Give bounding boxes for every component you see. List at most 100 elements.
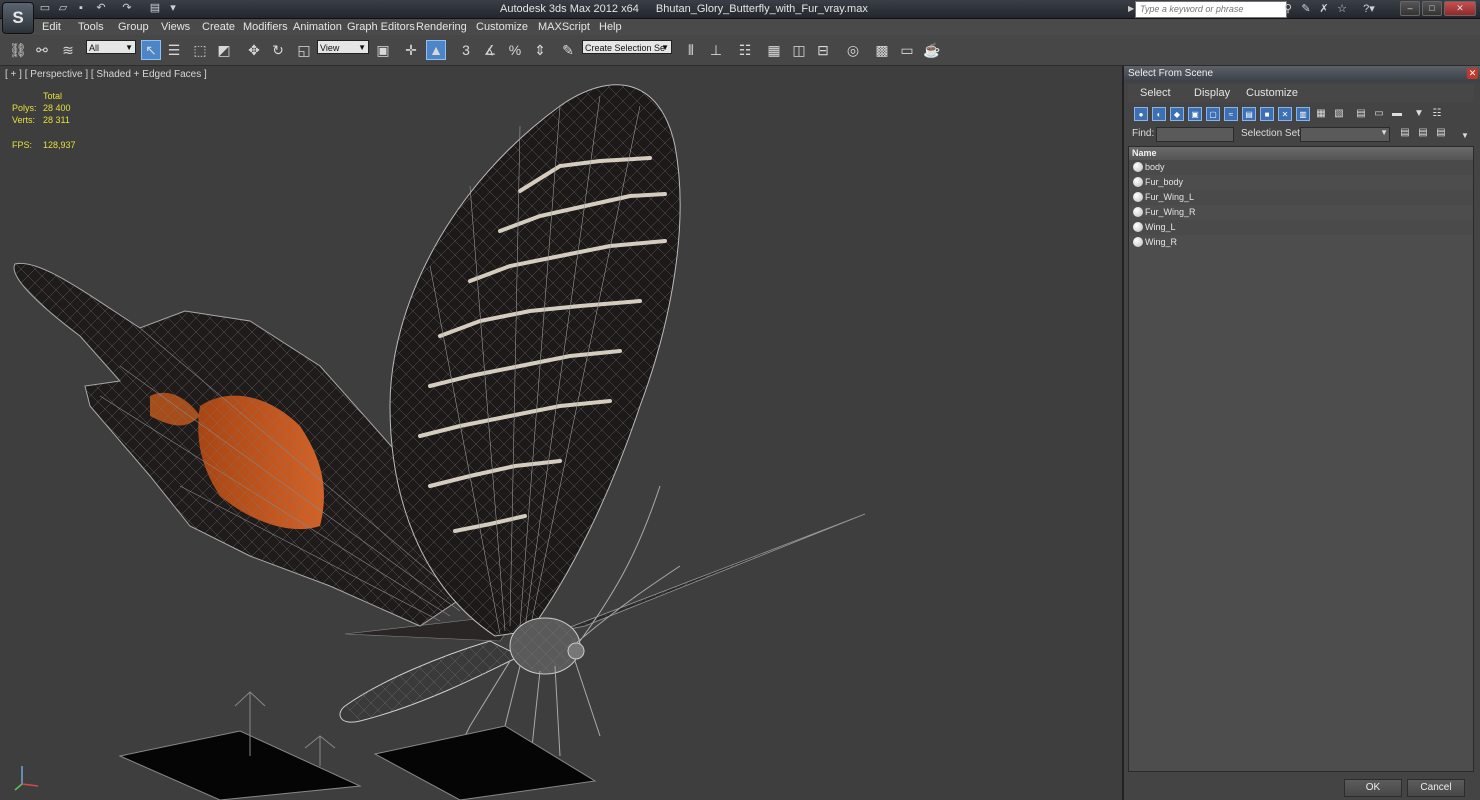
subscription-icon[interactable]: ✗ (1316, 2, 1332, 16)
select-and-manipulate-icon[interactable]: ✛ (401, 40, 421, 60)
infocenter-search[interactable] (1135, 1, 1287, 18)
menu-maxscript[interactable]: MAXScript (538, 21, 590, 33)
curve-editor-icon[interactable]: ◫ (789, 40, 809, 60)
ok-button[interactable]: OK (1344, 779, 1402, 797)
select-none-icon[interactable]: ▭ (1372, 107, 1386, 121)
menu-customize[interactable]: Customize (476, 21, 528, 33)
edit-named-selection-icon[interactable]: ✎ (558, 40, 578, 60)
scale-icon[interactable]: ◱ (294, 40, 314, 60)
undo-icon[interactable]: ↶ (94, 2, 108, 15)
list-item[interactable]: Wing_R (1129, 235, 1473, 250)
schematic-view-icon[interactable]: ⊟ (813, 40, 833, 60)
pivot-center-icon[interactable]: ▣ (373, 40, 393, 60)
create-selection-set-icon[interactable]: ▤ (1398, 126, 1412, 140)
column-header-name[interactable]: Name (1129, 147, 1473, 160)
options-dropdown-icon[interactable]: ▼ (1458, 129, 1472, 143)
link-icon[interactable]: ⛓ (8, 40, 28, 60)
select-all-icon[interactable]: ▤ (1354, 107, 1368, 121)
unlink-icon[interactable]: ⚯ (32, 40, 52, 60)
add-to-selection-set-icon[interactable]: ▤ (1416, 126, 1430, 140)
filter-shapes-icon[interactable]: ◐ (1152, 107, 1166, 121)
render-setup-icon[interactable]: ▩ (872, 40, 892, 60)
display-all-icon[interactable]: ▦ (1314, 107, 1328, 121)
minimize-icon[interactable]: – (1400, 1, 1420, 16)
dialog-menu-display[interactable]: Display (1194, 87, 1230, 99)
save-icon[interactable]: ▪ (74, 2, 88, 15)
list-item[interactable]: Fur_body (1129, 175, 1473, 190)
help-icon[interactable]: ?▾ (1354, 2, 1384, 16)
render-production-icon[interactable]: ☕ (922, 40, 942, 60)
find-input[interactable] (1156, 127, 1234, 142)
list-item[interactable]: Fur_Wing_R (1129, 205, 1473, 220)
layer-manager-icon[interactable]: ▦ (764, 40, 784, 60)
search-expand-icon[interactable]: ▶ (1128, 4, 1134, 13)
remove-from-selection-set-icon[interactable]: ▤ (1434, 126, 1448, 140)
list-item[interactable]: Fur_Wing_L (1129, 190, 1473, 205)
search-input[interactable] (1136, 2, 1280, 15)
close-window-icon[interactable]: ✕ (1444, 1, 1476, 16)
menu-views[interactable]: Views (161, 21, 190, 33)
dialog-title-bar[interactable]: Select From Scene ✕ (1124, 66, 1480, 82)
selection-set-dropdown[interactable]: ▼ (1300, 127, 1390, 142)
app-logo[interactable]: S (2, 2, 34, 34)
list-item[interactable]: body (1129, 160, 1473, 175)
move-icon[interactable]: ✥ (244, 40, 264, 60)
filter-cameras-icon[interactable]: ▣ (1188, 107, 1202, 121)
perspective-viewport[interactable]: [ + ] [ Perspective ] [ Shaded + Edged F… (0, 66, 1124, 800)
project-folder-icon[interactable]: ▤ (148, 2, 162, 15)
menu-group[interactable]: Group (118, 21, 149, 33)
mirror-icon[interactable]: ⫴ (681, 40, 701, 60)
keyboard-shortcut-override-icon[interactable]: ▲ (426, 40, 446, 60)
rendered-frame-window-icon[interactable]: ▭ (897, 40, 917, 60)
new-file-icon[interactable]: ▭ (38, 2, 52, 15)
filter-space-warps-icon[interactable]: ≈ (1224, 107, 1238, 121)
named-selection-sets-dropdown[interactable]: Create Selection Se ▼ (582, 40, 672, 54)
hierarchy-icon[interactable]: ☷ (1430, 107, 1444, 121)
scene-explorer-icon[interactable]: ☷ (735, 40, 755, 60)
selection-filter-dropdown[interactable]: All ▼ (86, 40, 136, 54)
filter-groups-icon[interactable]: ▤ (1242, 107, 1256, 121)
filter-bones-icon[interactable]: ✕ (1278, 107, 1292, 121)
menu-tools[interactable]: Tools (78, 21, 104, 33)
favorites-star-icon[interactable]: ☆ (1334, 2, 1350, 16)
menu-rendering[interactable]: Rendering (416, 21, 467, 33)
filter-xrefs-icon[interactable]: ■ (1260, 107, 1274, 121)
filter-helpers-icon[interactable]: ▢ (1206, 107, 1220, 121)
dialog-menu-customize[interactable]: Customize (1246, 87, 1298, 99)
rotate-icon[interactable]: ↻ (268, 40, 288, 60)
bind-space-warp-icon[interactable]: ≋ (58, 40, 78, 60)
viewport-label[interactable]: [ + ] [ Perspective ] [ Shaded + Edged F… (5, 69, 207, 80)
filter-lights-icon[interactable]: ◆ (1170, 107, 1184, 121)
list-item[interactable]: Wing_L (1129, 220, 1473, 235)
display-none-icon[interactable]: ▧ (1332, 107, 1346, 121)
filter-geometry-icon[interactable]: ● (1134, 107, 1148, 121)
window-crossing-icon[interactable]: ◩ (214, 40, 234, 60)
reference-coord-dropdown[interactable]: View ▼ (317, 40, 369, 54)
cancel-button[interactable]: Cancel (1407, 779, 1465, 797)
dialog-close-icon[interactable]: ✕ (1467, 68, 1478, 79)
angle-snap-icon[interactable]: ∡ (480, 40, 500, 60)
menu-animation[interactable]: Animation (293, 21, 342, 33)
material-editor-icon[interactable]: ◎ (843, 40, 863, 60)
spinner-snap-icon[interactable]: ⇕ (530, 40, 550, 60)
quick-access-dropdown-icon[interactable]: ▾ (166, 2, 180, 15)
maximize-icon[interactable]: □ (1422, 1, 1442, 16)
align-icon[interactable]: ⊥ (706, 40, 726, 60)
select-by-name-icon[interactable]: ☰ (164, 40, 184, 60)
menu-modifiers[interactable]: Modifiers (243, 21, 288, 33)
dialog-menu-select[interactable]: Select (1140, 87, 1171, 99)
filter-containers-icon[interactable]: ▥ (1296, 107, 1310, 121)
menu-help[interactable]: Help (599, 21, 622, 33)
binoculars-icon[interactable]: ⚲ (1280, 2, 1296, 16)
filter-funnel-icon[interactable]: ▼ (1412, 107, 1426, 121)
rectangular-selection-icon[interactable]: ⬚ (190, 40, 210, 60)
select-object-icon[interactable]: ↖ (141, 40, 161, 60)
select-invert-icon[interactable]: ▬ (1390, 107, 1404, 121)
menu-edit[interactable]: Edit (42, 21, 61, 33)
menu-graph-editors[interactable]: Graph Editors (347, 21, 415, 33)
communication-center-icon[interactable]: ✎ (1298, 2, 1314, 16)
snaps-toggle-icon[interactable]: 3 (456, 40, 476, 60)
percent-snap-icon[interactable]: % (505, 40, 525, 60)
open-file-icon[interactable]: ▱ (56, 2, 70, 15)
menu-create[interactable]: Create (202, 21, 235, 33)
